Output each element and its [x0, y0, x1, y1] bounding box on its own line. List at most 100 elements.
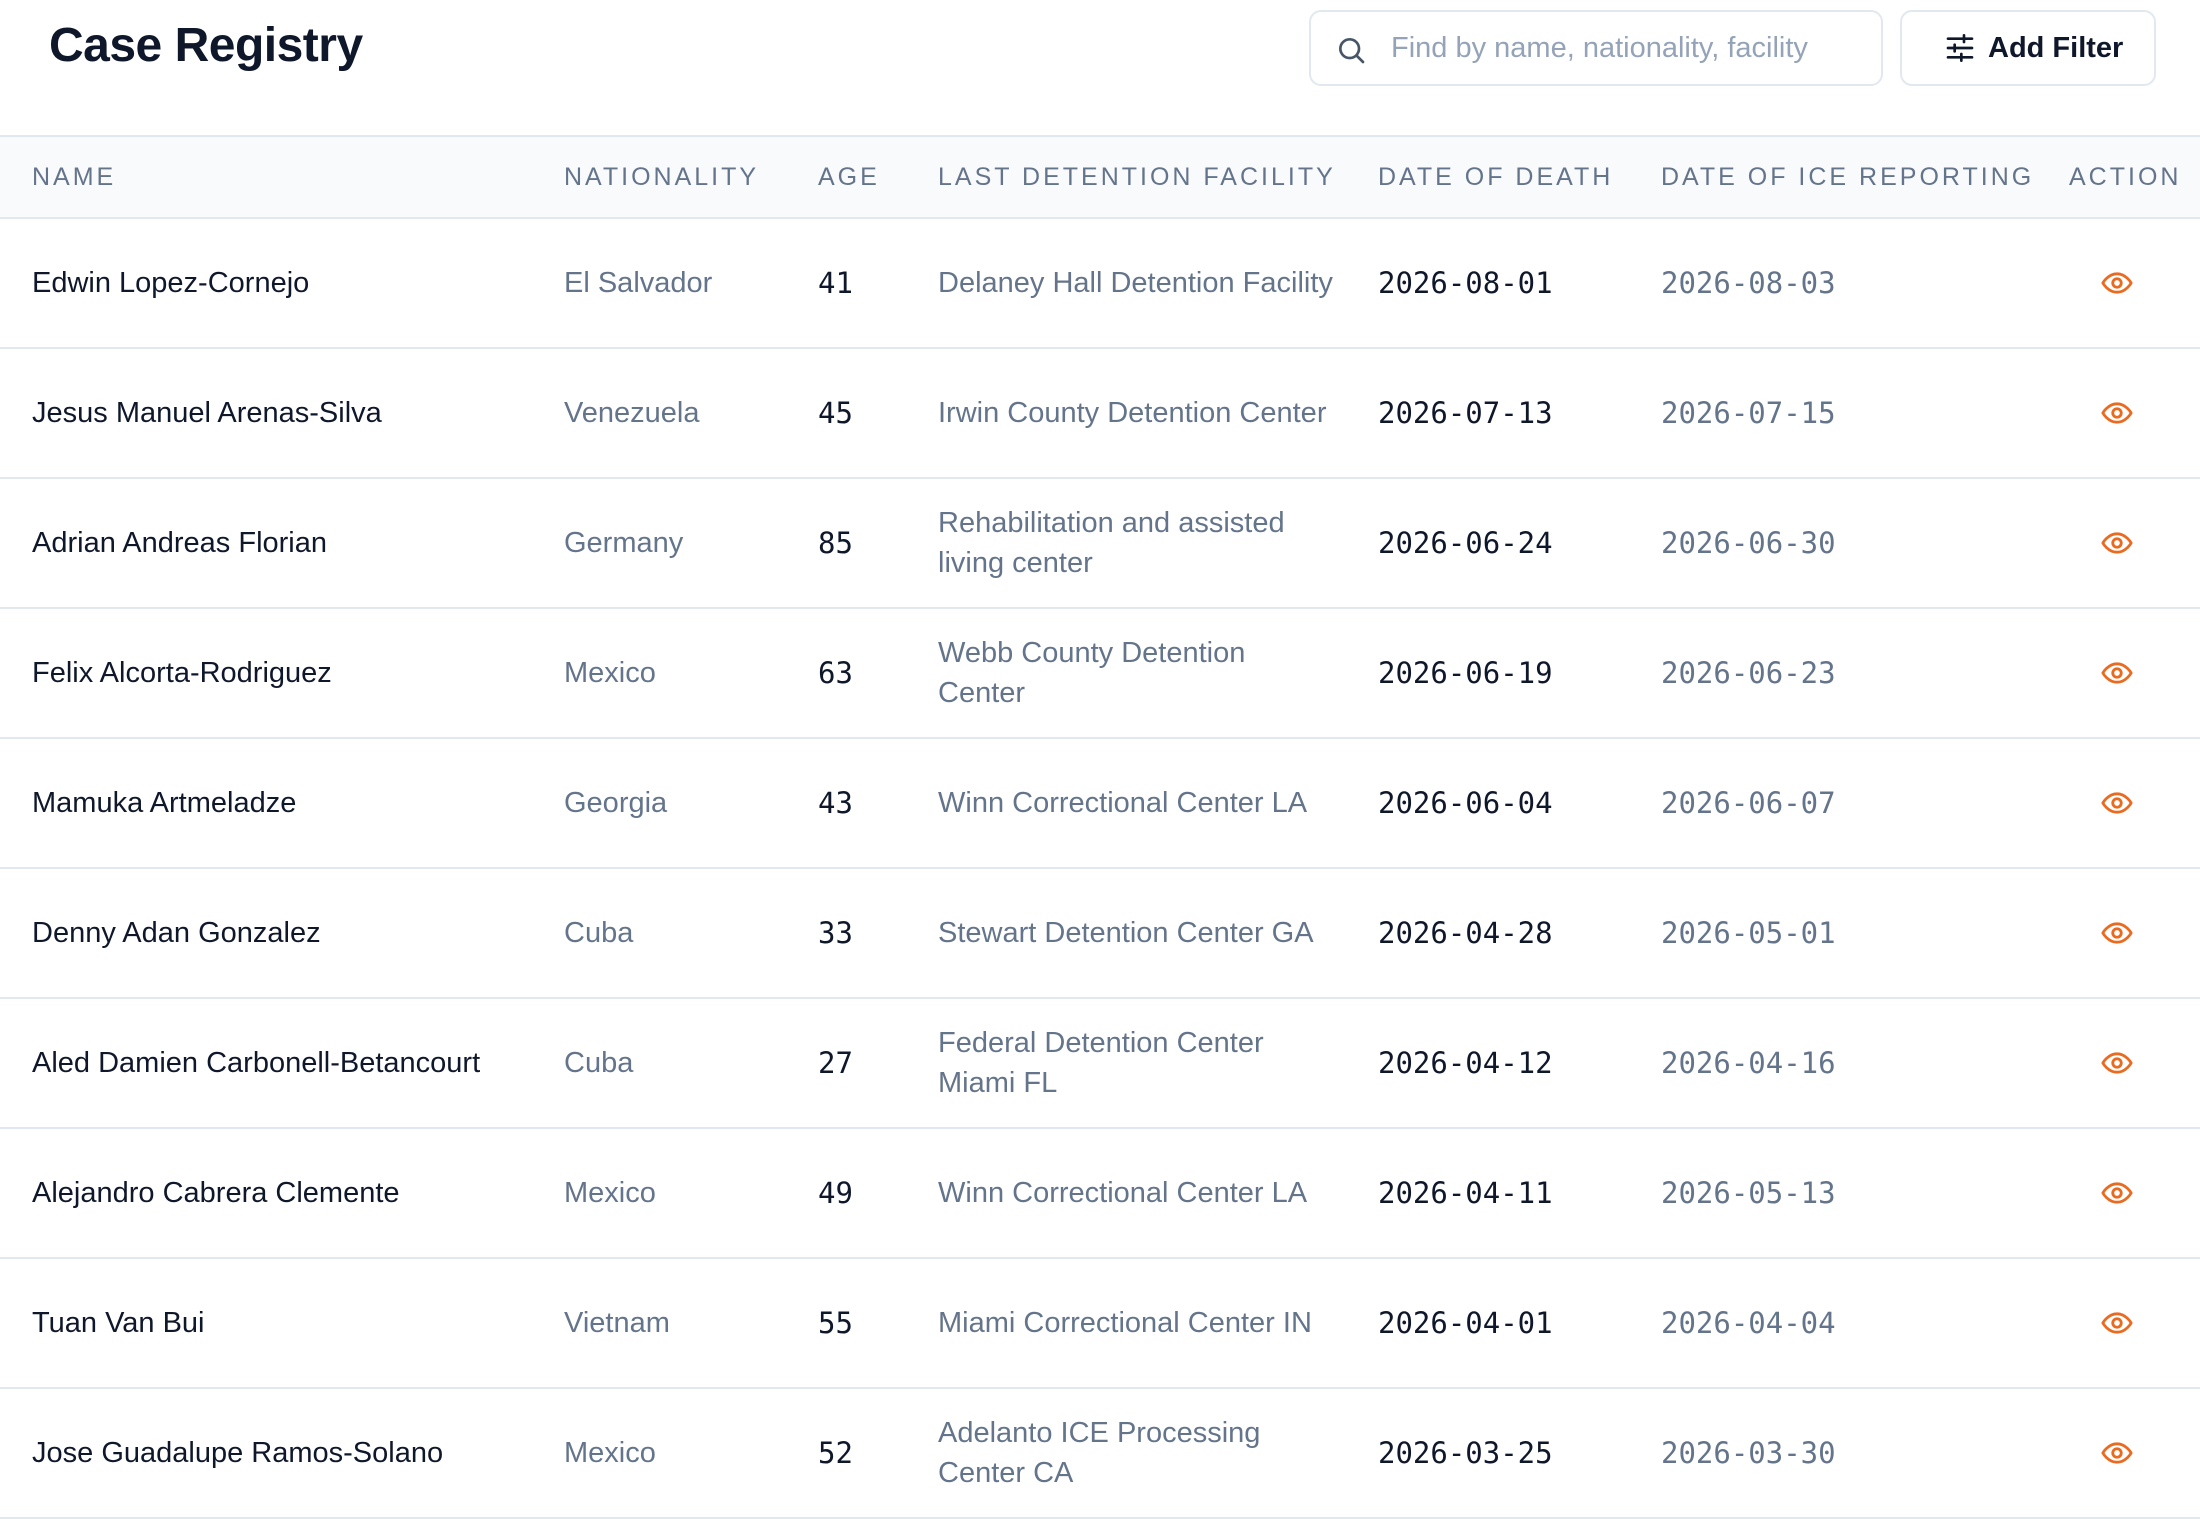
view-case-button[interactable]: [2097, 1433, 2137, 1473]
case-date-of-ice-reporting: 2026-06-07: [1661, 738, 2069, 869]
case-date-of-death: 2026-04-28: [1378, 868, 1661, 999]
case-date-of-ice-reporting: 2026-03-30: [1661, 1388, 2069, 1519]
view-case-button[interactable]: [2097, 913, 2137, 953]
eye-icon: [2101, 922, 2133, 944]
case-date-of-death: 2026-04-11: [1378, 1128, 1661, 1259]
eye-icon: [2101, 1312, 2133, 1334]
table-row[interactable]: Mamuka Artmeladze Georgia 43 Winn Correctio…: [0, 738, 2200, 869]
case-action: [2069, 608, 2200, 739]
case-nationality: Mexico: [564, 1388, 818, 1519]
table-row[interactable]: Denny Adan Gonzalez Cuba 33 Stewart Detenti…: [0, 868, 2200, 999]
view-case-button[interactable]: [2097, 1173, 2137, 1213]
search-box[interactable]: [1309, 10, 1883, 86]
case-registry-table: NAME NATIONALITY AGE LAST DETENTION FACI…: [0, 135, 2200, 1519]
case-date-of-ice-reporting: 2026-06-30: [1661, 478, 2069, 609]
case-age: 27: [818, 998, 938, 1129]
column-header-date-of-death[interactable]: DATE OF DEATH: [1378, 135, 1661, 219]
case-name: Alejandro Cabrera Clemente: [0, 1128, 564, 1259]
page-header: Case Registry Add Filter: [0, 0, 2200, 135]
case-facility: Rehabilitation and assisted living cente…: [938, 478, 1378, 609]
case-name: Adrian Andreas Florian: [0, 478, 564, 609]
case-name: Aled Damien Carbonell-Betancourt: [0, 998, 564, 1129]
eye-icon: [2101, 1182, 2133, 1204]
case-date-of-ice-reporting: 2026-04-04: [1661, 1258, 2069, 1389]
case-date-of-ice-reporting: 2026-05-13: [1661, 1128, 2069, 1259]
case-date-of-ice-reporting: 2026-05-01: [1661, 868, 2069, 999]
case-nationality: Cuba: [564, 998, 818, 1129]
case-action: [2069, 1128, 2200, 1259]
table-row[interactable]: Jose Guadalupe Ramos-Solano Mexico 52 Adela…: [0, 1388, 2200, 1519]
case-facility: Federal Detention Center Miami FL: [938, 998, 1378, 1129]
case-facility: Adelanto ICE Processing Center CA: [938, 1388, 1378, 1519]
case-date-of-death: 2026-03-25: [1378, 1388, 1661, 1519]
sliders-icon: [1946, 34, 1974, 62]
table-row[interactable]: Tuan Van Bui Vietnam 55 Miami Correctional …: [0, 1258, 2200, 1389]
table-row[interactable]: Adrian Andreas Florian Germany 85 Rehabilit…: [0, 478, 2200, 609]
view-case-button[interactable]: [2097, 653, 2137, 693]
case-facility: Miami Correctional Center IN: [938, 1258, 1378, 1389]
case-age: 85: [818, 478, 938, 609]
case-facility: Winn Correctional Center LA: [938, 1128, 1378, 1259]
case-action: [2069, 348, 2200, 479]
case-action: [2069, 218, 2200, 349]
case-date-of-ice-reporting: 2026-06-23: [1661, 608, 2069, 739]
case-nationality: Mexico: [564, 608, 818, 739]
table-header-row: NAME NATIONALITY AGE LAST DETENTION FACI…: [0, 135, 2200, 219]
eye-icon: [2101, 1052, 2133, 1074]
view-case-button[interactable]: [2097, 523, 2137, 563]
case-date-of-death: 2026-07-13: [1378, 348, 1661, 479]
case-age: 52: [818, 1388, 938, 1519]
case-facility: Webb County Detention Center: [938, 608, 1378, 739]
case-facility: Irwin County Detention Center: [938, 348, 1378, 479]
case-name: Jesus Manuel Arenas-Silva: [0, 348, 564, 479]
case-name: Denny Adan Gonzalez: [0, 868, 564, 999]
column-header-age[interactable]: AGE: [818, 135, 938, 219]
case-date-of-death: 2026-06-19: [1378, 608, 1661, 739]
case-age: 41: [818, 218, 938, 349]
view-case-button[interactable]: [2097, 393, 2137, 433]
view-case-button[interactable]: [2097, 263, 2137, 303]
table-row[interactable]: Edwin Lopez-Cornejo El Salvador 41 Delaney …: [0, 218, 2200, 349]
case-nationality: Georgia: [564, 738, 818, 869]
table-row[interactable]: Felix Alcorta-Rodriguez Mexico 63 Webb Coun…: [0, 608, 2200, 739]
case-date-of-ice-reporting: 2026-08-03: [1661, 218, 2069, 349]
table-row[interactable]: Jesus Manuel Arenas-Silva Venezuela 45 Irwi…: [0, 348, 2200, 479]
page-title: Case Registry: [49, 19, 363, 72]
view-case-button[interactable]: [2097, 1043, 2137, 1083]
case-nationality: Cuba: [564, 868, 818, 999]
case-action: [2069, 1388, 2200, 1519]
table-row[interactable]: Aled Damien Carbonell-Betancourt Cuba 27 Fe…: [0, 998, 2200, 1129]
case-name: Tuan Van Bui: [0, 1258, 564, 1389]
case-date-of-death: 2026-06-24: [1378, 478, 1661, 609]
case-nationality: Vietnam: [564, 1258, 818, 1389]
case-action: [2069, 868, 2200, 999]
column-header-facility[interactable]: LAST DETENTION FACILITY: [938, 135, 1378, 219]
column-header-name[interactable]: NAME: [0, 135, 564, 219]
case-facility: Winn Correctional Center LA: [938, 738, 1378, 869]
case-action: [2069, 998, 2200, 1129]
case-nationality: El Salvador: [564, 218, 818, 349]
case-age: 33: [818, 868, 938, 999]
case-age: 63: [818, 608, 938, 739]
case-name: Jose Guadalupe Ramos-Solano: [0, 1388, 564, 1519]
case-name: Mamuka Artmeladze: [0, 738, 564, 869]
case-date-of-death: 2026-06-04: [1378, 738, 1661, 869]
view-case-button[interactable]: [2097, 783, 2137, 823]
case-name: Edwin Lopez-Cornejo: [0, 218, 564, 349]
view-case-button[interactable]: [2097, 1303, 2137, 1343]
eye-icon: [2101, 532, 2133, 554]
column-header-action: ACTION: [2069, 135, 2200, 219]
eye-icon: [2101, 792, 2133, 814]
column-header-nationality[interactable]: NATIONALITY: [564, 135, 818, 219]
case-age: 45: [818, 348, 938, 479]
case-date-of-death: 2026-08-01: [1378, 218, 1661, 349]
table-row[interactable]: Alejandro Cabrera Clemente Mexico 49 Winn C…: [0, 1128, 2200, 1259]
add-filter-button[interactable]: Add Filter: [1900, 10, 2156, 86]
case-nationality: Germany: [564, 478, 818, 609]
column-header-date-of-ice-reporting[interactable]: DATE OF ICE REPORTING: [1661, 135, 2069, 219]
case-action: [2069, 1258, 2200, 1389]
case-nationality: Mexico: [564, 1128, 818, 1259]
case-date-of-ice-reporting: 2026-04-16: [1661, 998, 2069, 1129]
search-input[interactable]: [1391, 24, 1861, 72]
case-date-of-ice-reporting: 2026-07-15: [1661, 348, 2069, 479]
